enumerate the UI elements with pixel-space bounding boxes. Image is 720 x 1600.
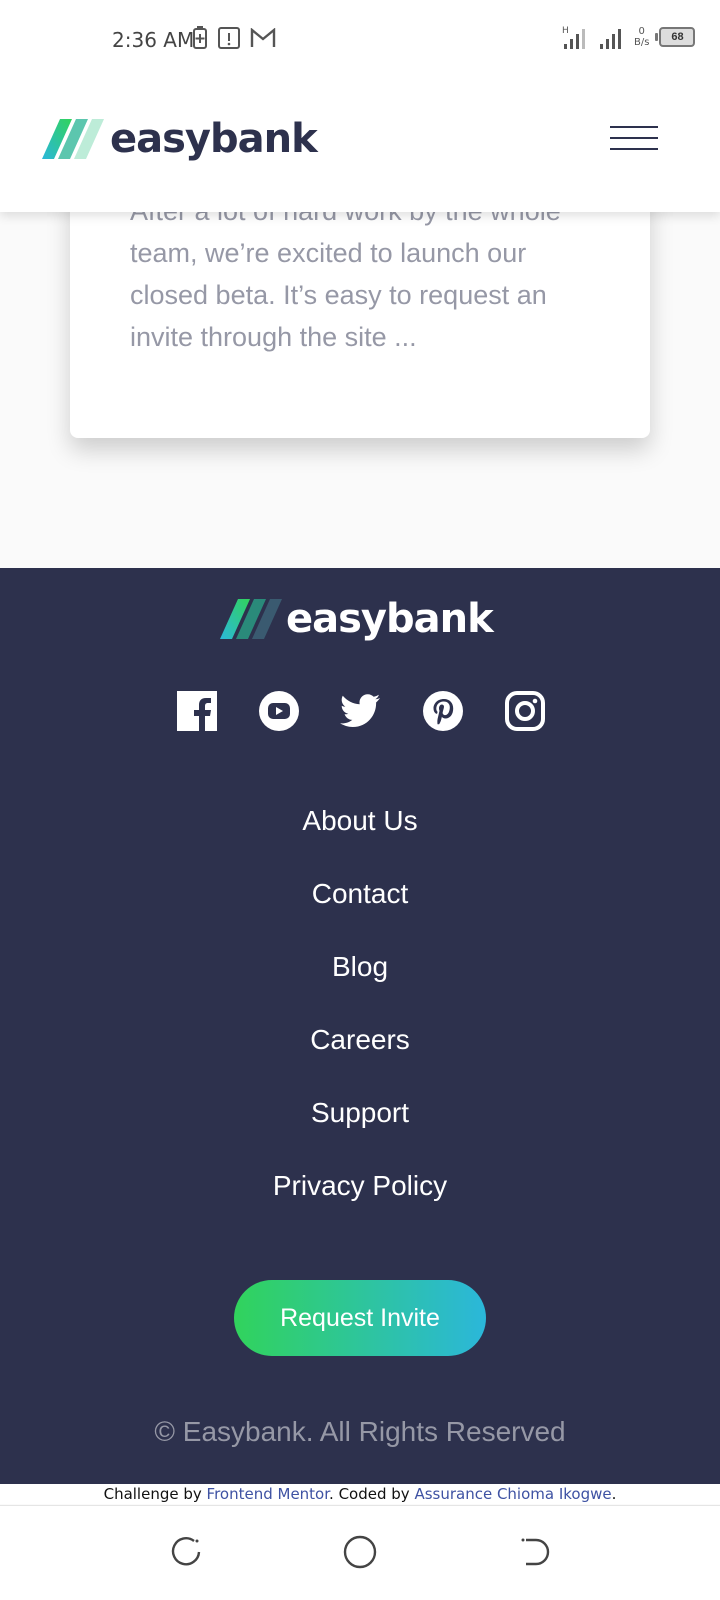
footer-logo[interactable]: easybank (220, 596, 494, 642)
youtube-icon[interactable] (258, 690, 300, 732)
network-speed: 0 B/s (634, 26, 650, 48)
logo[interactable]: easybank (42, 116, 318, 162)
sim-alert-icon (218, 27, 240, 49)
footer-links: About Us Contact Blog Careers Support Pr… (0, 784, 720, 1222)
author-link[interactable]: Assurance Chioma Ikogwe (414, 1485, 611, 1503)
battery-saver-icon (193, 26, 207, 49)
request-invite-button[interactable]: Request Invite (234, 1280, 486, 1356)
footer: easybank About Us Contact Blog Careers S… (0, 568, 720, 1484)
site-header: easybank (0, 82, 720, 212)
footer-link-privacy-policy[interactable]: Privacy Policy (0, 1149, 720, 1222)
social-links (176, 690, 546, 732)
status-time: 2:36 AM (112, 28, 195, 52)
svg-text:H: H (562, 26, 569, 36)
signal-icon (600, 29, 621, 49)
footer-link-blog[interactable]: Blog (0, 930, 720, 1003)
hamburger-menu-icon[interactable] (610, 126, 658, 152)
footer-logo-text: easybank (286, 596, 494, 642)
battery-icon: 68 (655, 27, 696, 47)
frontend-mentor-link[interactable]: Frontend Mentor (207, 1485, 330, 1503)
gmail-icon (250, 28, 276, 47)
status-bar: 2:36 AM H 0 B/s 68 (0, 0, 720, 82)
article-excerpt: After a lot of hard work by the whole te… (130, 196, 561, 352)
signal-h-icon: H (562, 26, 585, 49)
facebook-icon[interactable] (176, 690, 218, 732)
back-icon[interactable] (514, 1532, 554, 1572)
instagram-icon[interactable] (504, 690, 546, 732)
twitter-icon[interactable] (340, 690, 382, 732)
logo-text: easybank (110, 116, 318, 162)
footer-link-careers[interactable]: Careers (0, 1003, 720, 1076)
attribution: Challenge by Frontend Mentor. Coded by A… (0, 1484, 720, 1504)
logo-mark-icon (220, 599, 282, 639)
footer-link-contact[interactable]: Contact (0, 857, 720, 930)
logo-mark-icon (42, 119, 104, 159)
pinterest-icon[interactable] (422, 690, 464, 732)
footer-link-about-us[interactable]: About Us (0, 784, 720, 857)
recent-apps-icon[interactable] (166, 1532, 206, 1572)
home-icon[interactable] (340, 1532, 380, 1572)
copyright-text: © Easybank. All Rights Reserved (154, 1416, 566, 1447)
footer-link-support[interactable]: Support (0, 1076, 720, 1149)
system-nav-bar (0, 1506, 720, 1600)
